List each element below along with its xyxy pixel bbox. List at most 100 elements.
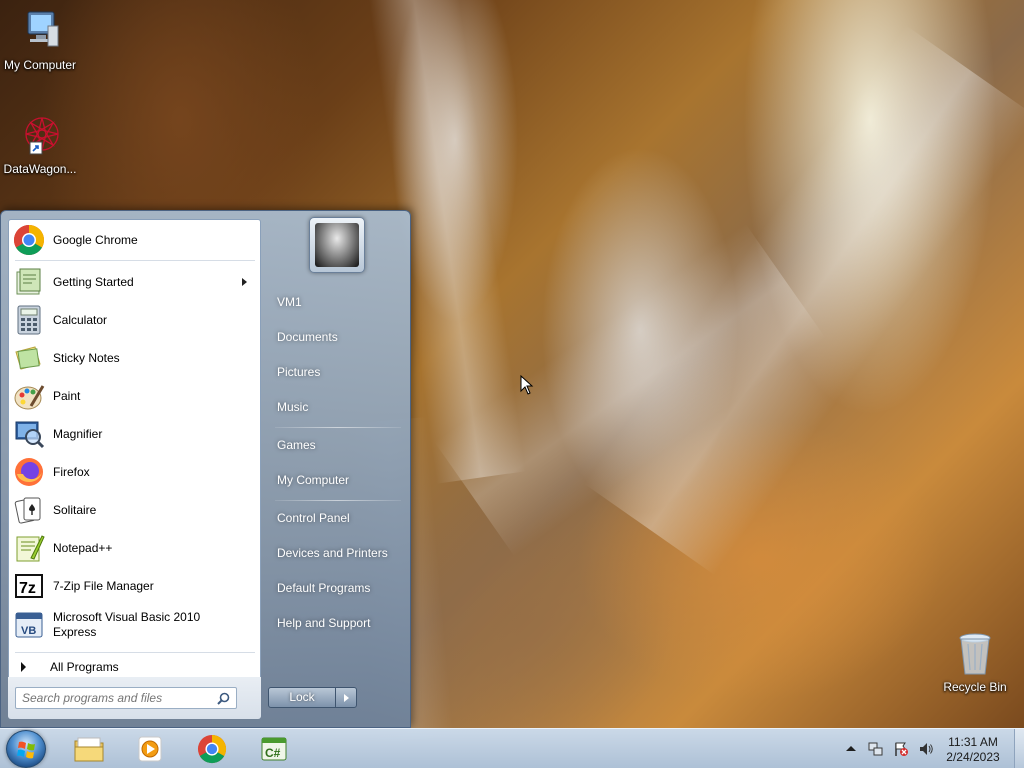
start-item-firefox[interactable]: Firefox [13,454,257,490]
desktop-icon-label: DataWagon... [3,162,77,176]
clock-time: 11:31 AM [948,735,998,749]
search-input[interactable] [15,687,237,709]
start-item-sticky-notes[interactable]: Sticky Notes [13,340,257,376]
start-item-google-chrome[interactable]: Google Chrome [13,222,257,258]
svg-text:C#: C# [265,746,281,760]
7zip-icon: 7z [13,570,45,602]
sticky-notes-icon [13,342,45,374]
places-separator [275,500,401,501]
solitaire-icon [13,494,45,526]
place-control-panel[interactable]: Control Panel [271,503,403,533]
computer-icon [16,8,64,56]
start-item-label-line2: Express [53,625,97,639]
start-menu-programs-pane: Google Chrome Getting Started Calculator… [8,219,261,719]
user-avatar [315,223,359,267]
start-item-label: Google Chrome [53,233,138,247]
magnifier-icon [13,418,45,450]
desktop-icon-label: My Computer [3,58,77,72]
start-item-7zip[interactable]: 7z 7-Zip File Manager [13,568,257,604]
start-item-getting-started[interactable]: Getting Started [13,264,257,300]
place-label: Pictures [277,365,321,379]
place-label: Games [277,438,316,452]
visual-basic-icon: VB [13,609,45,641]
system-tray [843,729,943,768]
start-item-paint[interactable]: Paint [13,378,257,414]
place-label: VM1 [277,295,302,309]
getting-started-icon [13,266,45,298]
start-item-label: Sticky Notes [53,351,120,365]
start-menu-places-pane: VM1 Documents Pictures Music Games My Co… [263,211,412,729]
clock-date: 2/24/2023 [946,750,1000,764]
place-label: My Computer [277,473,350,487]
user-picture[interactable] [309,217,365,273]
start-item-label: Firefox [53,465,90,479]
start-menu: Google Chrome Getting Started Calculator… [0,210,411,728]
start-item-solitaire[interactable]: Solitaire [13,492,257,528]
start-menu-separator [15,260,255,261]
place-label: Default Programs [277,581,371,595]
search-icon[interactable] [217,692,230,705]
csharp-icon: C# [258,734,290,764]
place-devices-and-printers[interactable]: Devices and Printers [271,538,403,568]
taskbar-windows-explorer[interactable] [61,732,117,766]
action-center-flag-icon[interactable] [893,741,909,757]
place-music[interactable]: Music [271,392,403,422]
network-icon[interactable] [868,741,884,757]
place-documents[interactable]: Documents [271,322,403,352]
start-item-label: Solitaire [53,503,97,517]
show-hidden-icons-icon[interactable] [843,741,859,757]
place-label: Control Panel [277,511,350,525]
media-player-icon [134,734,166,764]
svg-text:7z: 7z [19,580,36,597]
taskbar-media-player[interactable] [122,732,178,766]
taskbar-clock[interactable]: 11:31 AM 2/24/2023 [936,735,1010,765]
volume-icon[interactable] [918,741,934,757]
start-item-calculator[interactable]: Calculator [13,302,257,338]
chrome-icon [196,734,228,764]
start-item-label: 7-Zip File Manager [53,579,154,593]
taskbar-visual-csharp[interactable]: C# [246,732,302,766]
start-button[interactable] [6,730,46,768]
place-user-folder[interactable]: VM1 [271,287,403,317]
folder-icon [73,734,105,764]
datawagon-shortcut-icon [16,112,64,160]
desktop-icon-recycle-bin[interactable]: Recycle Bin [935,630,1015,694]
start-item-label: Getting Started [53,275,134,289]
place-label: Devices and Printers [277,546,388,560]
recycle-bin-icon [951,630,999,678]
paint-icon [13,380,45,412]
taskbar: C# 11:31 AM 2/24/2023 [0,728,1024,768]
place-default-programs[interactable]: Default Programs [271,573,403,603]
chrome-icon [13,224,45,256]
start-item-label-line1: Microsoft Visual Basic 2010 [53,610,201,624]
place-help-and-support[interactable]: Help and Support [271,608,403,638]
all-programs-button[interactable]: All Programs [17,656,253,678]
start-item-label: Paint [53,389,81,403]
place-my-computer[interactable]: My Computer [271,465,403,495]
calculator-icon [13,304,45,336]
start-item-notepad-plus-plus[interactable]: Notepad++ [13,530,257,566]
desktop-icon-datawagon[interactable]: DataWagon... [0,112,80,176]
expand-arrow-icon [21,662,26,672]
all-programs-label: All Programs [50,660,119,674]
place-games[interactable]: Games [271,430,403,460]
place-pictures[interactable]: Pictures [271,357,403,387]
windows-logo-icon [17,741,35,759]
svg-text:VB: VB [21,625,36,637]
mouse-cursor-icon [520,374,534,395]
shutdown-options-arrow-button[interactable] [335,687,357,708]
desktop-icon-label: Recycle Bin [943,680,1007,694]
start-item-magnifier[interactable]: Magnifier [13,416,257,452]
taskbar-google-chrome[interactable] [184,732,240,766]
notepad-plus-plus-icon [13,532,45,564]
submenu-arrow-icon [242,278,247,286]
start-item-label: Calculator [53,313,108,327]
desktop-icon-my-computer[interactable]: My Computer [0,8,80,72]
lock-button[interactable]: Lock [268,687,336,708]
show-desktop-button[interactable] [1014,729,1024,768]
start-menu-separator [15,652,255,653]
place-label: Music [277,400,309,414]
start-item-visual-basic-2010-express[interactable]: VB Microsoft Visual Basic 2010 Express [13,606,257,644]
firefox-icon [13,456,45,488]
place-label: Help and Support [277,616,371,630]
